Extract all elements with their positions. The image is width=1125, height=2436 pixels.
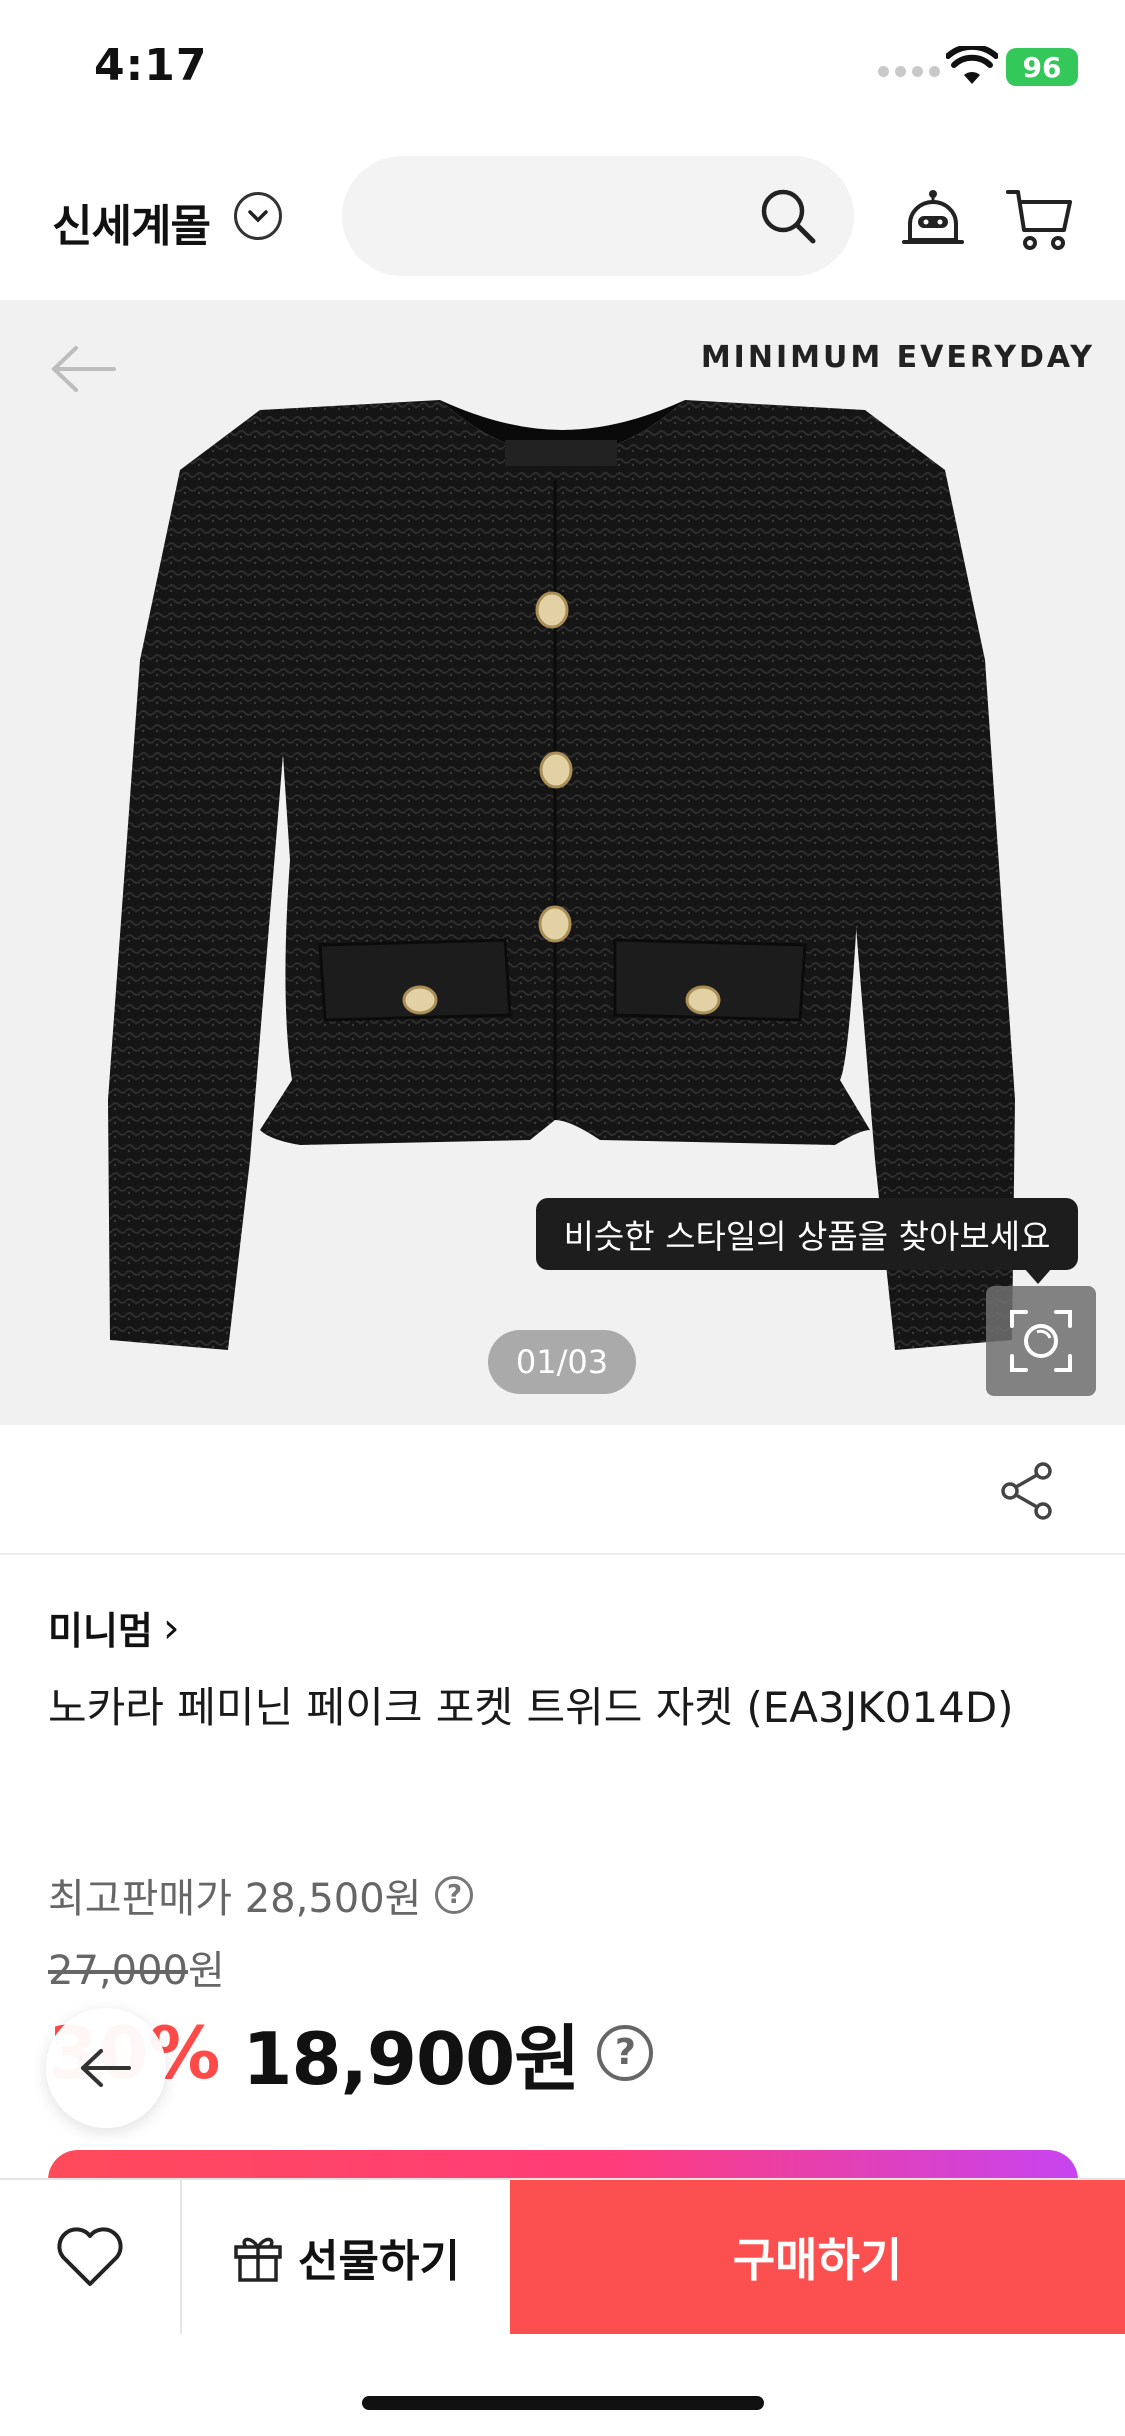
- max-price: 최고판매가 28,500원 ?: [48, 1866, 474, 1924]
- chevron-down-icon[interactable]: [234, 192, 282, 240]
- cart-icon[interactable]: [1006, 186, 1074, 252]
- heart-icon: [57, 2227, 123, 2286]
- help-icon[interactable]: ?: [435, 1876, 474, 1914]
- bottom-action-bar: 선물하기 구매하기: [0, 2178, 1125, 2334]
- similar-style-tooltip[interactable]: 비슷한 스타일의 상품을 찾아보세요: [536, 1198, 1078, 1270]
- app-header: 신세계몰: [0, 140, 1125, 300]
- gift-button-label: 선물하기: [298, 2236, 460, 2287]
- brand-name: 미니멈: [48, 1609, 153, 1653]
- search-input[interactable]: [342, 156, 854, 276]
- original-price-number: 27,000: [48, 1948, 188, 1994]
- share-icon[interactable]: [998, 1461, 1058, 1521]
- original-price-unit: 원: [187, 1948, 225, 1994]
- product-image-carousel[interactable]: MINIMUM EVERYDAY 비슷한 스타일의 상품을 찾아보세요 01/0…: [0, 300, 1125, 1425]
- share-row: [0, 1425, 1125, 1555]
- lens-search-button[interactable]: [986, 1286, 1096, 1396]
- home-indicator: [362, 2396, 764, 2410]
- gift-button[interactable]: 선물하기: [182, 2180, 510, 2334]
- brand-link[interactable]: 미니멈 ›: [48, 1600, 180, 1655]
- status-time: 4:17: [94, 40, 208, 91]
- status-bar: 4:17 96: [0, 0, 1125, 140]
- chatbot-icon[interactable]: [902, 188, 964, 252]
- gift-icon: [234, 2237, 282, 2282]
- like-button[interactable]: [0, 2180, 182, 2334]
- max-price-label: 최고판매가 28,500원: [48, 1876, 422, 1922]
- mall-selector-label[interactable]: 신세계몰: [52, 190, 211, 254]
- signal-dots: [878, 66, 940, 77]
- buy-button[interactable]: 구매하기: [510, 2180, 1125, 2334]
- original-price: 27,000원: [48, 1938, 225, 1996]
- back-arrow-icon[interactable]: [48, 344, 118, 394]
- tooltip-tail: [1024, 1268, 1052, 1284]
- carousel-page-indicator: 01/03: [488, 1330, 636, 1394]
- product-title: 노카라 페미닌 페이크 포켓 트위드 자켓 (EA3JK014D): [48, 1683, 1014, 1732]
- help-icon[interactable]: ?: [597, 2024, 654, 2081]
- wifi-icon: [946, 46, 998, 84]
- brand-watermark: MINIMUM EVERYDAY: [700, 340, 1095, 375]
- search-icon[interactable]: [758, 186, 818, 246]
- sale-price: 18,900원: [242, 2017, 580, 2101]
- battery-indicator: 96: [1006, 48, 1078, 86]
- back-arrow-icon: [81, 2049, 131, 2087]
- lens-search-icon: [1010, 1310, 1072, 1372]
- floating-back-button[interactable]: [46, 2008, 166, 2128]
- chevron-right-icon: ›: [162, 1603, 180, 1652]
